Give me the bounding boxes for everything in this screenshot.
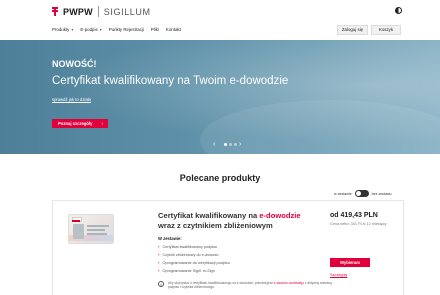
pwpw-sigillum-logo[interactable]: PWPW SIGILLUM — [52, 6, 151, 17]
feature-item: › Czytnik zbliżeniowy do e-dowodu — [158, 252, 218, 257]
nav-label: Punkty Rejestracji — [108, 27, 144, 32]
product-card: Certyfikat kwalifikowany na e-dowodzie w… — [52, 200, 404, 295]
toggle-knob — [355, 191, 361, 196]
slider-dot[interactable] — [224, 143, 227, 146]
price-details: Cena netto: 341 PLN 12 miesięcy — [330, 222, 387, 226]
feature-text: Certyfikat kwalifikowany podpisu — [162, 244, 218, 249]
chevron-down-icon: ▾ — [71, 27, 74, 32]
hero-badge: NOWOŚĆ! — [52, 59, 97, 69]
poland-flag-icon — [72, 217, 82, 222]
chevron-right-icon: › — [158, 252, 160, 257]
pwpw-logo-icon — [52, 7, 58, 16]
info-text-part: Aby skorzystać z certyfikatu kwalifikowa… — [168, 281, 274, 285]
product-price: od 419,43 PLN — [330, 212, 378, 219]
hero-title: Certyfikat kwalifikowany na Twoim e-dowo… — [52, 75, 289, 87]
product-title-part: Certyfikat kwalifikowany na — [158, 211, 260, 220]
nav-item-punkty-rejestracji[interactable]: Punkty Rejestracji — [109, 27, 144, 32]
top-header: PWPW SIGILLUM Produkty ▾ E-podpis ▾ Punk… — [0, 0, 440, 40]
bundle-toggle[interactable] — [354, 190, 369, 197]
logo-subtext: SIGILLUM — [103, 6, 151, 17]
slider-next-button[interactable]: › — [239, 141, 241, 148]
contrast-icon[interactable] — [395, 7, 402, 14]
hero-cta-label: Poznaj szczegóły — [58, 121, 93, 126]
product-title[interactable]: Certyfikat kwalifikowany na e-dowodzie w… — [158, 211, 318, 231]
info-text: Aby skorzystać z certyfikatu kwalifikowa… — [168, 281, 333, 290]
chevron-right-icon: › — [158, 268, 160, 273]
product-title-part: wraz z czytnikiem zbliżeniowym — [158, 221, 273, 230]
toggle-label-right: bez zestawu — [371, 191, 392, 196]
main-nav: Produkty ▾ E-podpis ▾ Punkty Rejestracji… — [52, 27, 188, 32]
includes-label: W zestawie: — [158, 236, 182, 241]
chevron-right-icon: › — [158, 244, 160, 249]
info-text-highlight: e-dowodu osobistego — [273, 281, 305, 285]
slider-dot[interactable] — [229, 143, 232, 146]
section-title: Polecane produkty — [179, 173, 261, 183]
feature-item: › Oprogramowanie do weryfikacji podpisu — [158, 260, 230, 265]
chevron-right-icon: › — [158, 260, 160, 265]
portrait-photo — [73, 224, 84, 239]
hero-banner: NOWOŚĆ! Certyfikat kwalifikowany na Twoi… — [0, 40, 440, 154]
logo-text: PWPW — [63, 6, 93, 17]
product-title-highlight: e-dowodzie — [259, 211, 301, 220]
login-button[interactable]: Zaloguj się — [337, 25, 368, 35]
buy-button[interactable]: Wybieram — [330, 258, 370, 267]
nav-label: E-podpis — [80, 27, 98, 32]
chevron-right-icon: › — [101, 121, 103, 126]
logo-divider — [97, 6, 99, 17]
slider-dot[interactable] — [234, 143, 237, 146]
feature-item: › Certyfikat kwalifikowany podpisu — [158, 244, 217, 249]
id-card-image — [68, 214, 114, 244]
hero-link[interactable]: sprawdź jak to działa — [52, 97, 91, 102]
nav-label: Produkty — [52, 27, 70, 32]
feature-text: Czytnik zbliżeniowy do e-dowodu — [162, 252, 219, 257]
info-note: i Aby skorzystać z certyfikatu kwalifiko… — [158, 281, 333, 290]
nav-item-produkty[interactable]: Produkty ▾ — [52, 27, 73, 32]
nav-item-kontakt[interactable]: Kontakt — [166, 27, 181, 32]
nav-label: Kontakt — [165, 27, 181, 32]
nav-item-pliki[interactable]: Pliki — [151, 27, 159, 32]
info-icon: i — [158, 281, 164, 287]
bundle-toggle-group: w zestawie bez zestawu — [334, 190, 392, 197]
chevron-down-icon: ▾ — [99, 27, 102, 32]
hero-cta-button[interactable]: Poznaj szczegóły › — [52, 119, 108, 128]
feature-text: Oprogramowanie do weryfikacji podpisu — [162, 260, 230, 265]
cart-button[interactable]: Koszyk — [371, 25, 401, 35]
toggle-label-left: w zestawie — [334, 191, 352, 196]
slider-prev-button[interactable]: ‹ — [213, 141, 215, 148]
feature-text: Oprogramowanie Sigill. m-Sign — [162, 268, 215, 273]
nav-label: Pliki — [150, 27, 159, 32]
feature-item: › Oprogramowanie Sigill. m-Sign — [158, 268, 215, 273]
details-link[interactable]: Szczegóły — [330, 273, 347, 277]
nav-item-e-podpis[interactable]: E-podpis ▾ — [80, 27, 101, 32]
